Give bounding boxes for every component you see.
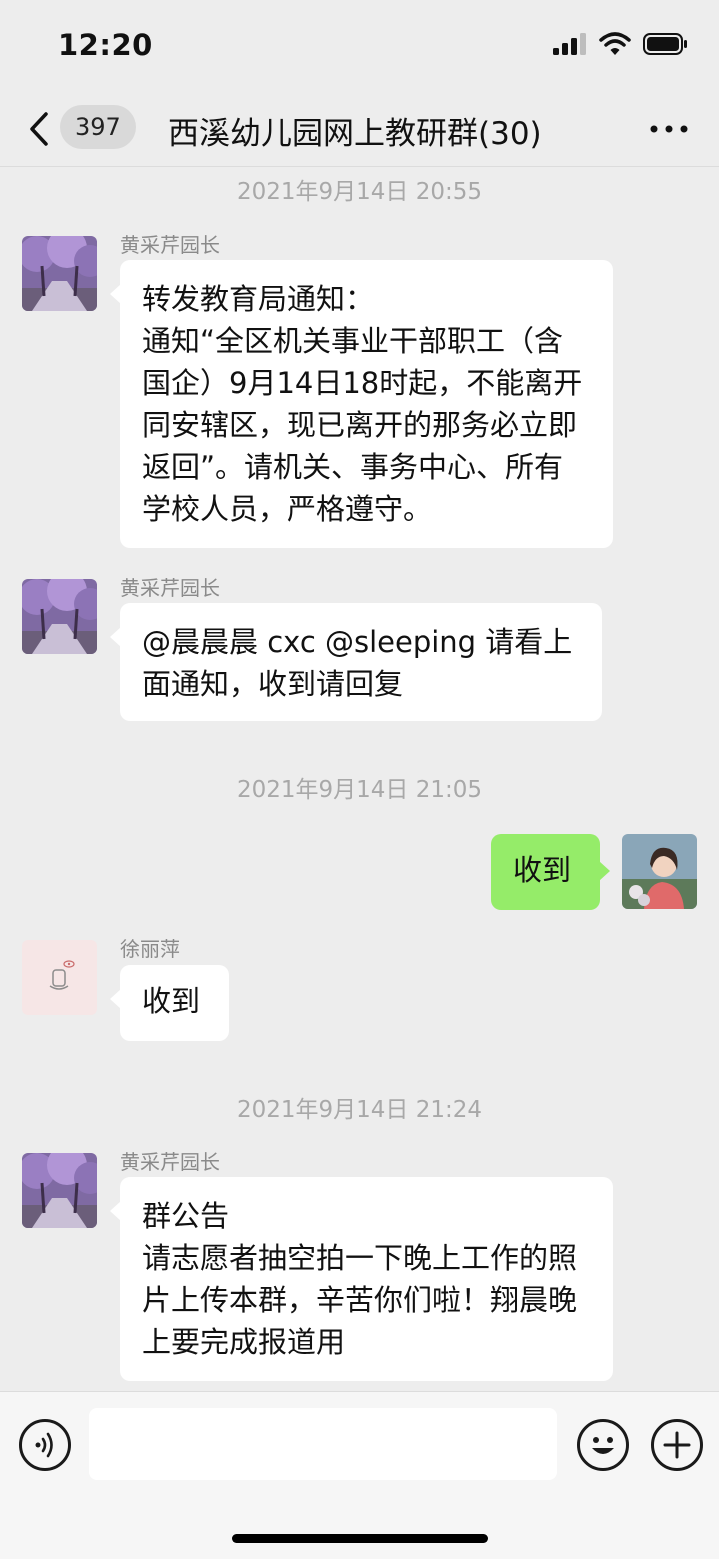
timestamp: 2021年9月14日 21:24	[236, 1097, 483, 1123]
sender-name: 徐丽萍	[120, 937, 180, 961]
status-time: 12:20	[58, 28, 153, 62]
message-bubble[interactable]: 收到	[110, 965, 229, 1041]
timestamp: 2021年9月14日 20:55	[236, 179, 483, 205]
emoji-icon[interactable]	[577, 1419, 629, 1471]
voice-icon[interactable]	[19, 1419, 71, 1471]
sender-name: 黄采芹园长	[120, 1150, 220, 1174]
message-bubble[interactable]: @晨晨晨 cxc @sleeping 请看上面通知，收到请回复	[110, 603, 602, 721]
status-bar: 12:20	[0, 0, 719, 92]
home-indicator	[232, 1534, 488, 1543]
timestamp: 2021年9月14日 21:05	[236, 777, 483, 803]
avatar[interactable]	[22, 236, 97, 311]
signal-icon	[553, 33, 586, 55]
more-dots-icon[interactable]	[649, 124, 689, 134]
nav-bar: 397 西溪幼儿园网上教研群(30)	[0, 92, 719, 167]
avatar[interactable]	[22, 940, 97, 1015]
plus-icon[interactable]	[651, 1419, 703, 1471]
message-input[interactable]	[89, 1408, 557, 1480]
battery-icon	[643, 33, 687, 55]
chat-title: 西溪幼儿园网上教研群(30)	[168, 116, 542, 152]
unread-badge[interactable]: 397	[60, 105, 136, 149]
wifi-icon	[599, 32, 631, 55]
chevron-left-icon[interactable]	[24, 110, 54, 148]
message-bubble-self[interactable]: 收到	[491, 834, 610, 910]
chat-area[interactable]: 2021年9月14日 20:55 黄采芹园长 转发教育局通知： 通知“全区机关事…	[0, 167, 719, 1391]
message-bubble[interactable]: 群公告 请志愿者抽空拍一下晚上工作的照片上传本群，辛苦你们啦！翔晨晚上要完成报道…	[110, 1177, 613, 1381]
message-bubble[interactable]: 转发教育局通知： 通知“全区机关事业干部职工（含国企）9月14日18时起，不能离…	[110, 260, 613, 548]
avatar[interactable]	[22, 1153, 97, 1228]
avatar-self[interactable]	[622, 834, 697, 909]
sender-name: 黄采芹园长	[120, 576, 220, 600]
avatar[interactable]	[22, 579, 97, 654]
input-bar	[0, 1391, 719, 1559]
sender-name: 黄采芹园长	[120, 233, 220, 257]
status-icons	[553, 32, 689, 56]
